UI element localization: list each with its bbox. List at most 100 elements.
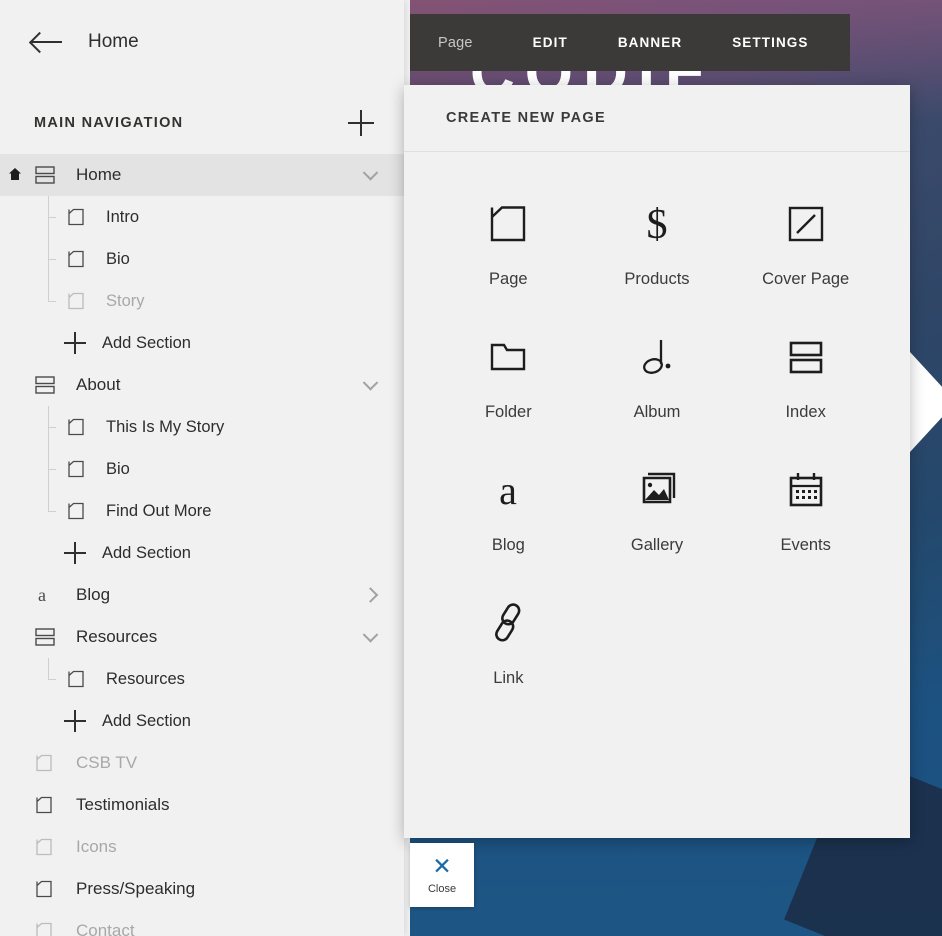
toolbar-edit-button[interactable]: EDIT [533, 35, 568, 50]
svg-text:$: $ [646, 202, 667, 248]
page-type-option-cover-page[interactable]: Cover Page [731, 196, 880, 289]
blog-a-icon: a [486, 462, 530, 518]
sidebar-subitem-resources[interactable]: Resources [0, 658, 404, 700]
page-icon [66, 417, 92, 437]
chevron-down-icon[interactable] [362, 375, 379, 391]
page-type-grid: Page $ Products Cover Page Folder Album … [404, 152, 910, 688]
page-icon [66, 249, 92, 269]
sidebar-item-label: Testimonials [76, 795, 170, 814]
plus-icon [64, 710, 86, 732]
sidebar-item-home[interactable]: Home [0, 154, 404, 196]
page-icon [34, 921, 60, 936]
chevron-down-icon[interactable] [362, 627, 379, 643]
sidebar-subitem-find-out-more[interactable]: Find Out More [0, 490, 404, 532]
sidebar-item-resources[interactable]: Resources [0, 616, 404, 658]
tree-tick [48, 679, 56, 680]
navigation-sidebar: Home MAIN NAVIGATION Home Intro Bio Stor… [0, 0, 404, 936]
toolbar-banner-button[interactable]: BANNER [618, 35, 682, 50]
sidebar-subitem-bio-about[interactable]: Bio [0, 448, 404, 490]
back-to-home-button[interactable]: Home [0, 0, 404, 84]
page-type-option-events[interactable]: Events [731, 462, 880, 555]
add-page-icon[interactable] [348, 110, 374, 136]
sidebar-subitem-label: Story [106, 291, 145, 310]
add-section-label: Add Section [102, 333, 191, 352]
sidebar-subitem-intro[interactable]: Intro [0, 196, 404, 238]
sidebar-subitem-story[interactable]: Story [0, 280, 404, 322]
toolbar-settings-button[interactable]: SETTINGS [732, 35, 808, 50]
page-type-label: Index [785, 403, 826, 421]
svg-text:a: a [499, 468, 517, 513]
page-type-label: Album [633, 403, 681, 421]
page-icon [66, 291, 92, 311]
close-x-icon: ✕ [432, 853, 452, 879]
page-toolbar: Page EDIT BANNER SETTINGS [410, 14, 850, 71]
page-type-label: Blog [491, 536, 525, 554]
page-icon [66, 501, 92, 521]
close-button[interactable]: ✕ Close [410, 843, 474, 907]
sidebar-subitem-bio[interactable]: Bio [0, 238, 404, 280]
sidebar-subitem-label: Bio [106, 459, 130, 478]
page-type-option-blog[interactable]: a Blog [434, 462, 583, 555]
page-type-label: Events [780, 536, 831, 554]
page-type-option-products[interactable]: $ Products [583, 196, 732, 289]
page-icon [34, 753, 60, 773]
sidebar-item-contact[interactable]: Contact [0, 910, 404, 936]
page-icon [34, 879, 60, 899]
index-icon [34, 626, 60, 648]
index-icon [34, 374, 60, 396]
sidebar-item-blog[interactable]: a Blog [0, 574, 404, 616]
dollar-icon: $ [635, 196, 679, 252]
page-type-label: Link [493, 669, 524, 687]
index-icon [34, 164, 60, 186]
page-type-label: Folder [484, 403, 532, 421]
sidebar-subitem-label: Intro [106, 207, 140, 226]
plus-icon [64, 542, 86, 564]
index-icon [784, 329, 828, 385]
tree-tick [48, 217, 56, 218]
tree-line [48, 490, 49, 511]
add-section-button-about[interactable]: Add Section [0, 532, 404, 574]
page-type-option-link[interactable]: Link [434, 595, 583, 688]
plus-icon [64, 332, 86, 354]
sidebar-item-label: About [76, 375, 121, 394]
add-section-button-resources[interactable]: Add Section [0, 700, 404, 742]
sidebar-item-press-speaking[interactable]: Press/Speaking [0, 868, 404, 910]
page-type-label: Products [624, 270, 690, 288]
close-label: Close [427, 883, 457, 895]
app-screen: CODIE ly t Page EDIT BANNER SETTINGS Hom… [0, 0, 942, 936]
page-icon [34, 837, 60, 857]
add-section-label: Add Section [102, 711, 191, 730]
sidebar-subitem-label: Find Out More [106, 501, 212, 520]
page-icon [66, 669, 92, 689]
tree-tick [48, 469, 56, 470]
sidebar-item-label: Icons [76, 837, 117, 856]
page-icon [486, 196, 530, 252]
sidebar-item-csb-tv[interactable]: CSB TV [0, 742, 404, 784]
svg-text:a: a [38, 585, 46, 605]
section-title: MAIN NAVIGATION [34, 115, 184, 131]
page-icon [66, 459, 92, 479]
home-filled-icon [9, 168, 21, 180]
blog-a-icon: a [34, 584, 60, 606]
sidebar-item-about[interactable]: About [0, 364, 404, 406]
sidebar-subitem-this-is-my-story[interactable]: This Is My Story [0, 406, 404, 448]
sidebar-item-testimonials[interactable]: Testimonials [0, 784, 404, 826]
page-type-label: Gallery [630, 536, 684, 554]
page-type-option-gallery[interactable]: Gallery [583, 462, 732, 555]
add-section-button-home[interactable]: Add Section [0, 322, 404, 364]
sidebar-item-label: Home [76, 165, 122, 184]
sidebar-item-icons[interactable]: Icons [0, 826, 404, 868]
page-type-label: Page [489, 270, 528, 288]
chevron-down-icon[interactable] [362, 165, 379, 181]
chevron-right-icon[interactable] [362, 587, 379, 603]
page-type-option-index[interactable]: Index [731, 329, 880, 422]
sidebar-item-label: Contact [76, 921, 135, 936]
page-type-option-album[interactable]: Album [583, 329, 732, 422]
sidebar-subitem-label: This Is My Story [106, 417, 225, 436]
tree-line [48, 658, 49, 679]
sidebar-subitem-label: Bio [106, 249, 130, 268]
page-type-option-folder[interactable]: Folder [434, 329, 583, 422]
page-type-option-page[interactable]: Page [434, 196, 583, 289]
page-icon [66, 207, 92, 227]
calendar-icon [784, 462, 828, 518]
